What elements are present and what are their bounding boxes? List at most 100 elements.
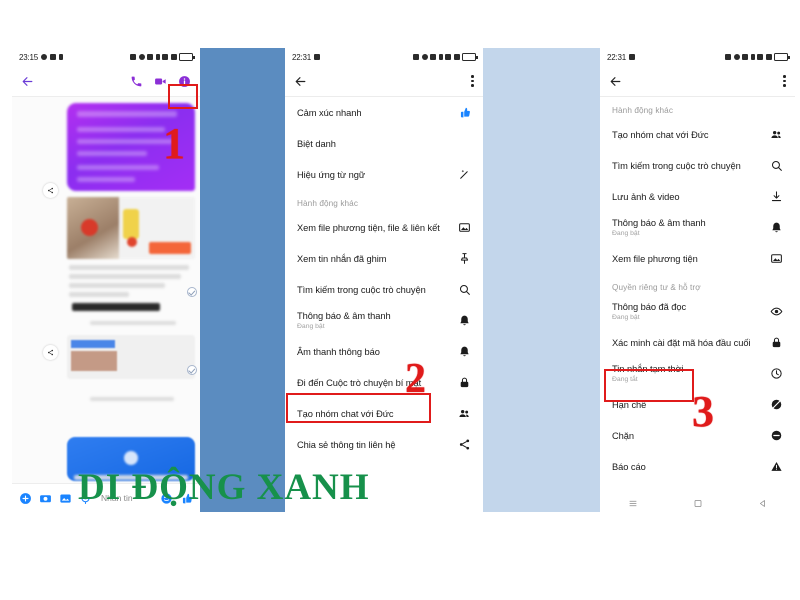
menu-item-icon-slot — [770, 398, 783, 411]
battery-status-icon — [462, 53, 478, 61]
bell-icon — [460, 346, 469, 357]
chat-attachment-card — [67, 335, 195, 379]
menu-item-text: Hạn chế — [612, 399, 646, 411]
overflow-menu-icon[interactable] — [471, 75, 474, 87]
info-icon[interactable] — [178, 75, 191, 88]
menu-item[interactable]: Thông báo & âm thanh Đang bật — [285, 305, 483, 336]
status-bar-left: 23:15 — [12, 48, 200, 66]
overflow-menu-icon[interactable] — [783, 75, 786, 87]
menu-item-text: Lưu ảnh & video — [612, 191, 680, 203]
menu-item-text: Thông báo & âm thanh Đang bật — [612, 217, 706, 239]
battery-status-icon — [774, 53, 790, 61]
menu-item[interactable]: Lưu ảnh & video — [600, 181, 795, 212]
lock-icon — [460, 377, 469, 388]
menu-item-icon-slot — [458, 221, 471, 234]
share-icon — [459, 439, 470, 450]
menu-item-text: Thông báo đã đọc Đang bật — [612, 301, 686, 323]
details-app-bar-mid — [285, 66, 483, 96]
menu-item[interactable]: Xem file phương tiện — [600, 243, 795, 274]
menu-item-subtitle: Đang bật — [297, 323, 325, 331]
status-time: 22:31 — [292, 52, 312, 62]
video-status-icon — [314, 54, 321, 60]
menu-item[interactable]: Cảm xúc nhanh — [285, 97, 483, 128]
menu-item[interactable]: Tin nhắn tạm thời Đang tắt — [600, 358, 795, 389]
menu-item-label: Âm thanh thông báo — [297, 346, 380, 357]
menu-item-label: Tìm kiếm trong cuộc trò chuyện — [612, 160, 741, 171]
menu-item-label: Cảm xúc nhanh — [297, 107, 362, 118]
back-arrow-icon[interactable] — [609, 75, 622, 88]
annotation-number-1: 1 — [163, 119, 185, 168]
menu-item[interactable]: Đi đến Cuộc trò chuyện bí mật — [285, 367, 483, 398]
search-icon — [771, 160, 782, 171]
menu-item-text: Hiệu ứng từ ngữ — [297, 169, 365, 181]
chat-details-menu-mid[interactable]: Cảm xúc nhanh Biệt danh Hiệu ứng từ ngữ Hàn… — [285, 96, 483, 493]
menu-item-text: Tìm kiếm trong cuộc trò chuyện — [297, 284, 426, 296]
warning-icon — [771, 461, 782, 471]
menu-item-subtitle: Đang bật — [612, 314, 640, 322]
menu-item-label: Hạn chế — [612, 399, 647, 410]
video-camera-icon[interactable] — [154, 75, 167, 88]
video-status-icon — [50, 54, 57, 60]
people-icon — [771, 130, 781, 138]
menu-item-text: Xem tin nhắn đã ghim — [297, 253, 387, 265]
menu-item[interactable]: Tìm kiếm trong cuộc trò chuyện — [285, 274, 483, 305]
eye-icon — [770, 307, 783, 316]
menu-item-label: Thông báo đã đọc — [612, 301, 687, 312]
menu-item-text: Cảm xúc nhanh — [297, 107, 362, 119]
menu-item[interactable]: Chia sẻ thông tin liên hệ — [285, 429, 483, 460]
menu-item-icon-slot — [458, 438, 471, 451]
message-sent-tick — [187, 287, 197, 297]
menu-item[interactable]: Xem file phương tiện, file & liên kết — [285, 212, 483, 243]
app-status-icon — [130, 54, 136, 60]
back-nav-icon[interactable] — [758, 499, 768, 508]
share-icon-chip[interactable] — [43, 183, 58, 198]
menu-item[interactable]: Tạo nhóm chat với Đức — [285, 398, 483, 429]
wifi-status-icon — [162, 54, 168, 60]
recents-nav-icon[interactable] — [628, 499, 638, 508]
menu-item[interactable]: Tìm kiếm trong cuộc trò chuyện — [600, 150, 795, 181]
menu-item-icon-slot — [458, 106, 471, 119]
menu-item-text: Tạo nhóm chat với Đức — [612, 129, 709, 141]
share-icon — [47, 349, 54, 356]
menu-item[interactable]: Biệt danh — [285, 128, 483, 159]
menu-item[interactable]: Thông báo đã đọc Đang bật — [600, 296, 795, 327]
menu-item-text: Xem file phương tiện, file & liên kết — [297, 222, 440, 234]
menu-item[interactable]: Báo cáo — [600, 451, 795, 482]
menu-item-icon-slot — [770, 460, 783, 473]
home-nav-icon[interactable] — [693, 499, 703, 508]
menu-item[interactable]: Xem tin nhắn đã ghim — [285, 243, 483, 274]
menu-item-icon-slot — [770, 159, 783, 172]
plus-circle-icon[interactable] — [19, 492, 32, 505]
menu-item-icon-slot — [770, 305, 783, 318]
back-arrow-icon[interactable] — [294, 75, 307, 88]
menu-item[interactable]: Hiệu ứng từ ngữ — [285, 159, 483, 190]
phone-screenshot-chat-details: 22:31 Cảm xúc nhanh Biệt danh Hiệu ứng từ … — [285, 48, 483, 512]
android-nav-bar-right — [600, 493, 795, 512]
bluetooth-status-icon — [430, 54, 436, 60]
menu-item[interactable]: Tạo nhóm chat với Đức — [600, 119, 795, 150]
menu-item-icon-slot — [770, 429, 783, 442]
menu-item-text: Chặn — [612, 430, 634, 442]
message-sent-tick-2 — [187, 365, 197, 375]
back-arrow-icon[interactable] — [21, 75, 34, 88]
menu-item-label: Xem file phương tiện, file & liên kết — [297, 222, 440, 233]
menu-item[interactable]: Âm thanh thông báo — [285, 336, 483, 367]
menu-item-text: Xác minh cài đặt mã hóa đầu cuối — [612, 337, 751, 349]
menu-item[interactable]: Xác minh cài đặt mã hóa đầu cuối — [600, 327, 795, 358]
menu-item-icon-slot — [770, 221, 783, 234]
menu-item-label: Biệt danh — [297, 138, 336, 149]
menu-item-label: Tạo nhóm chat với Đức — [612, 129, 709, 140]
share-icon-chip-2[interactable] — [43, 345, 58, 360]
status-bar-mid: 22:31 — [285, 48, 483, 66]
panel-gap-left — [200, 48, 285, 512]
phone-icon[interactable] — [130, 75, 143, 88]
menu-item[interactable]: Thông báo & âm thanh Đang bật — [600, 212, 795, 243]
watermark-text: DI ĐỘNG XANH — [78, 467, 370, 508]
battery-status-icon — [179, 53, 195, 61]
search-icon — [459, 284, 470, 295]
menu-item-text: Biệt danh — [297, 138, 336, 150]
phone-screenshot-chat: 23:15 Nhắn tin — [12, 48, 200, 512]
camera-icon[interactable] — [39, 492, 52, 505]
gallery-icon[interactable] — [59, 492, 72, 505]
wifi-status-icon — [757, 54, 763, 60]
